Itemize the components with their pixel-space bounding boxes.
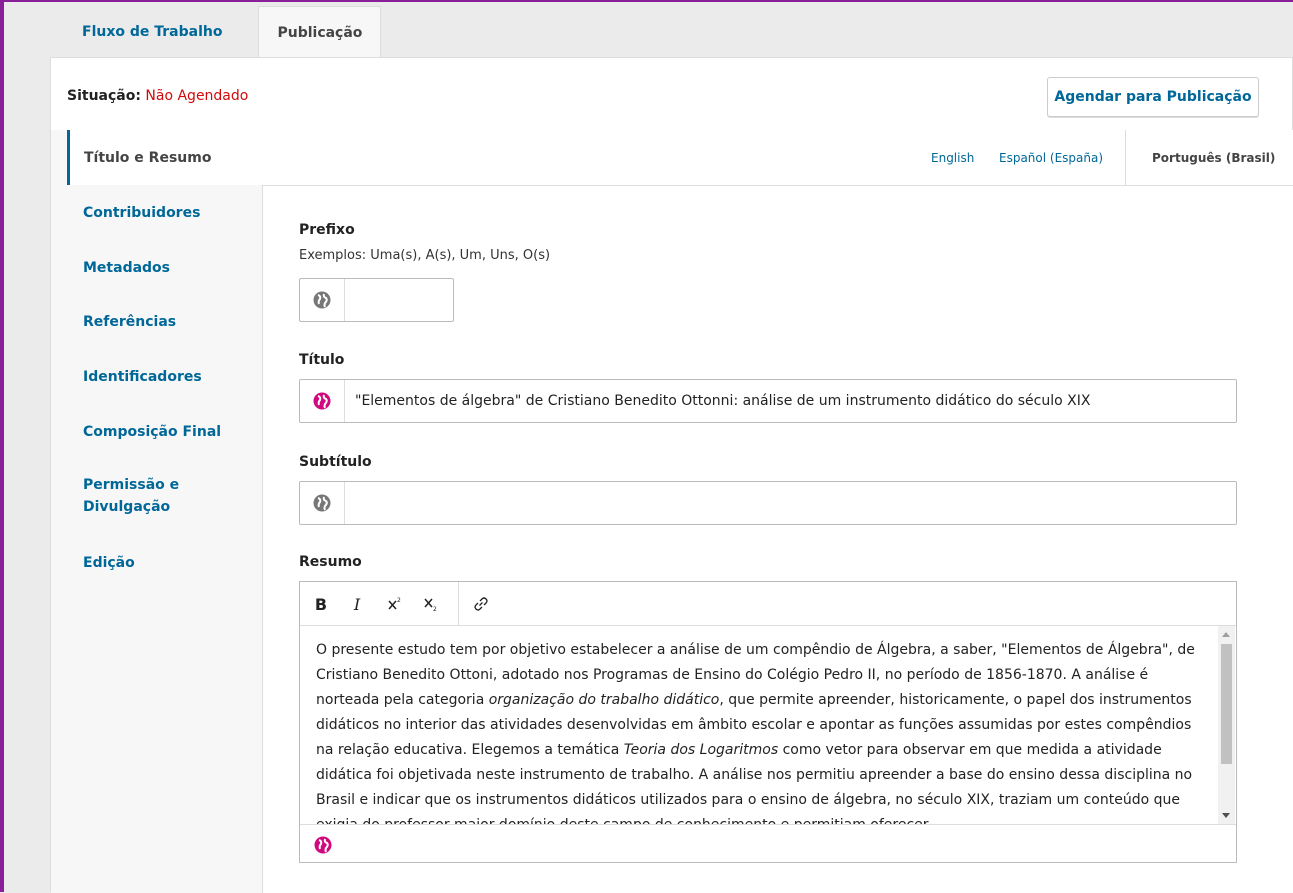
abstract-emphasis: organização do trabalho didático bbox=[488, 692, 720, 708]
title-value: "Elementos de álgebra" de Cristiano Bene… bbox=[355, 393, 1091, 409]
globe-icon[interactable] bbox=[300, 482, 345, 524]
subtitle-input[interactable] bbox=[299, 481, 1237, 525]
subscript-icon[interactable]: 2 bbox=[418, 591, 444, 617]
sidebar-item-identificadores[interactable]: Identificadores bbox=[83, 366, 253, 388]
globe-filled-icon[interactable] bbox=[308, 825, 338, 864]
locale-english[interactable]: English bbox=[931, 151, 974, 165]
sidebar-item-metadados[interactable]: Metadados bbox=[83, 257, 253, 279]
sidebar-item-referencias[interactable]: Referências bbox=[83, 311, 253, 333]
sidebar-item-permissao-divulgacao[interactable]: Permissão e Divulgação bbox=[83, 474, 193, 518]
status-label: Situação: bbox=[67, 88, 141, 104]
workflow-tabs: Fluxo de Trabalho Publicação bbox=[50, 6, 382, 59]
status-value: Não Agendado bbox=[145, 88, 249, 104]
abstract-emphasis: Teoria dos Logaritmos bbox=[623, 742, 779, 758]
publication-panel: Situação: Não Agendado Agendar para Publ… bbox=[50, 57, 1293, 893]
title-input[interactable]: "Elementos de álgebra" de Cristiano Bene… bbox=[299, 379, 1237, 423]
tab-publicacao[interactable]: Publicação bbox=[258, 6, 382, 59]
svg-text:2: 2 bbox=[433, 606, 437, 612]
schedule-publication-button[interactable]: Agendar para Publicação bbox=[1047, 77, 1259, 117]
locale-switcher: English Español (España) Português (Bras… bbox=[262, 130, 1293, 185]
sidebar-item-contribuidores[interactable]: Contribuidores bbox=[83, 202, 253, 224]
scroll-up-arrow-icon[interactable] bbox=[1222, 632, 1230, 637]
editor-footer bbox=[300, 824, 1236, 864]
prefix-description: Exemplos: Uma(s), A(s), Um, Uns, O(s) bbox=[299, 248, 551, 263]
superscript-icon[interactable]: 2 bbox=[382, 591, 408, 617]
italic-button[interactable]: I bbox=[344, 591, 370, 617]
bold-button[interactable]: B bbox=[308, 591, 334, 617]
sidebar-item-composicao-final[interactable]: Composição Final bbox=[83, 421, 253, 443]
abstract-label: Resumo bbox=[299, 554, 362, 570]
tab-fluxo-de-trabalho[interactable]: Fluxo de Trabalho bbox=[50, 6, 258, 58]
prefix-input[interactable] bbox=[299, 278, 454, 322]
link-icon[interactable] bbox=[468, 591, 494, 617]
title-label: Título bbox=[299, 352, 345, 368]
sidebar-item-titulo-e-resumo[interactable]: Título e Resumo bbox=[67, 130, 262, 185]
scroll-down-arrow-icon[interactable] bbox=[1222, 813, 1230, 818]
prefix-label: Prefixo bbox=[299, 222, 355, 238]
globe-icon[interactable] bbox=[300, 279, 345, 321]
svg-text:2: 2 bbox=[397, 597, 401, 604]
scrollbar-thumb[interactable] bbox=[1221, 644, 1232, 764]
window-frame-top bbox=[0, 0, 1293, 2]
sidebar-item-edicao[interactable]: Edição bbox=[83, 552, 253, 574]
locale-divider bbox=[1125, 130, 1126, 185]
editor-scrollbar[interactable] bbox=[1218, 626, 1235, 824]
abstract-editor[interactable]: B I 2 2 O presente estudo tem por objeti… bbox=[299, 581, 1237, 863]
toolbar-divider bbox=[458, 582, 459, 625]
subtitle-label: Subtítulo bbox=[299, 454, 372, 470]
window-frame-left bbox=[0, 0, 4, 892]
publication-status: Situação: Não Agendado bbox=[67, 88, 248, 104]
globe-filled-icon[interactable] bbox=[300, 380, 345, 422]
status-bar: Situação: Não Agendado Agendar para Publ… bbox=[51, 58, 1292, 131]
locale-espanol[interactable]: Español (España) bbox=[999, 151, 1103, 165]
abstract-text[interactable]: O presente estudo tem por objetivo estab… bbox=[316, 638, 1202, 824]
editor-toolbar: B I 2 2 bbox=[300, 582, 1236, 626]
locale-portugues[interactable]: Português (Brasil) bbox=[1152, 151, 1275, 165]
